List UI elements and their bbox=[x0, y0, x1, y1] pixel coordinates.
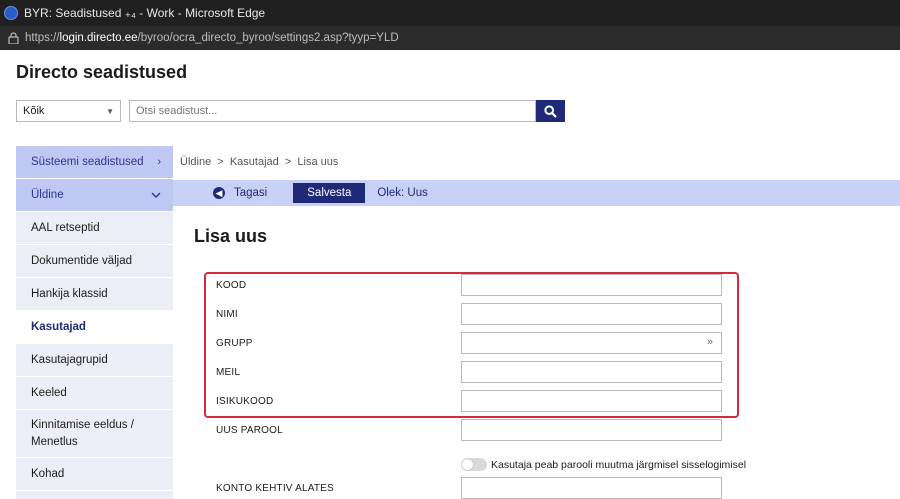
sidebar-item-label: Keeled bbox=[31, 387, 67, 399]
form-row-konto-kehtiv: KONTO KEHTIV ALATES bbox=[216, 477, 722, 499]
form-label: NIMI bbox=[216, 308, 238, 320]
form-row-kood: KOOD bbox=[216, 274, 722, 296]
status-label: Olek: Uus bbox=[377, 187, 428, 199]
sidebar-item-label: Hankija klassid bbox=[31, 288, 108, 300]
search-icon bbox=[544, 104, 557, 118]
search-row: Kõik ▼ bbox=[16, 100, 565, 122]
chevron-down-icon bbox=[151, 192, 161, 198]
action-toolbar: ◀ Tagasi Salvesta Olek: Uus bbox=[173, 180, 900, 206]
back-button[interactable]: ◀ Tagasi bbox=[213, 187, 267, 199]
form-label: KOOD bbox=[216, 279, 247, 291]
chevron-down-icon: ▼ bbox=[106, 106, 114, 116]
double-chevron-right-icon[interactable]: » bbox=[707, 336, 713, 348]
chevron-right-icon: › bbox=[157, 156, 161, 168]
sidebar-item-label: Kasutajagrupid bbox=[31, 354, 108, 366]
form-row-nimi: NIMI bbox=[216, 303, 722, 325]
form-label: KONTO KEHTIV ALATES bbox=[216, 482, 334, 494]
sidebar-item-kasutajagrupid[interactable]: Kasutajagrupid bbox=[16, 344, 173, 377]
toggle-knob bbox=[462, 459, 473, 470]
address-bar[interactable]: https://login.directo.ee/byroo/ocra_dire… bbox=[0, 26, 900, 50]
sidebar-item-label: Kinnitamise eeldus / Menetlus bbox=[31, 418, 134, 448]
sidebar-item-label: Kasutajad bbox=[31, 321, 86, 333]
sidebar-system-settings[interactable]: Süsteemi seadistused › bbox=[16, 146, 173, 179]
search-input[interactable] bbox=[129, 100, 536, 122]
app-title: Directo seadistused bbox=[16, 62, 188, 82]
sidebar-item-label: Kohad bbox=[31, 468, 65, 480]
scope-select-value: Kõik bbox=[23, 105, 45, 117]
sidebar-general-label: Üldine bbox=[31, 189, 64, 201]
sidebar-general[interactable]: Üldine bbox=[16, 179, 173, 212]
form-label: GRUPP bbox=[216, 337, 253, 349]
meil-input[interactable] bbox=[461, 361, 722, 383]
search-button[interactable] bbox=[536, 100, 565, 122]
scope-select[interactable]: Kõik ▼ bbox=[16, 100, 121, 122]
back-button-label: Tagasi bbox=[234, 187, 268, 199]
password-change-toggle-row: Kasutaja peab parooli muutma järgmisel s… bbox=[461, 458, 746, 471]
window-title: BYR: Seadistused ₊₄ - Work - Microsoft E… bbox=[24, 6, 266, 20]
url-prefix: https:// bbox=[25, 32, 60, 44]
breadcrumb: Üldine > Kasutajad > Lisa uus bbox=[180, 156, 339, 168]
form-row-meil: MEIL bbox=[216, 361, 722, 383]
url-host: login.directo.ee bbox=[59, 32, 138, 44]
isikukood-input[interactable] bbox=[461, 390, 722, 412]
app-icon bbox=[4, 6, 18, 20]
password-change-toggle-label: Kasutaja peab parooli muutma järgmisel s… bbox=[491, 458, 747, 471]
form-label: MEIL bbox=[216, 366, 241, 378]
sidebar-item-aal-retseptid[interactable]: AAL retseptid bbox=[16, 212, 173, 245]
page-heading: Lisa uus bbox=[194, 226, 268, 246]
lock-icon bbox=[8, 32, 19, 45]
sidebar-item-hankija-klassid[interactable]: Hankija klassid bbox=[16, 278, 173, 311]
password-change-toggle[interactable] bbox=[461, 458, 487, 471]
kood-input[interactable] bbox=[461, 274, 722, 296]
sidebar-item-keeled[interactable]: Keeled bbox=[16, 377, 173, 410]
sidebar-item-dokumentide-valjad[interactable]: Dokumentide väljad bbox=[16, 245, 173, 278]
form-row-uus-parool: UUS PAROOL bbox=[216, 419, 722, 441]
url-path: /byroo/ocra_directo_byroo/settings2.asp?… bbox=[137, 32, 399, 44]
save-button[interactable]: Salvesta bbox=[293, 183, 366, 203]
sidebar-item-label: AAL retseptid bbox=[31, 222, 100, 234]
form-row-grupp: GRUPP » bbox=[216, 332, 722, 354]
sidebar-item-kinnitamise-eeldus[interactable]: Kinnitamise eeldus / Menetlus bbox=[16, 410, 173, 458]
nimi-input[interactable] bbox=[461, 303, 722, 325]
uus-parool-input[interactable] bbox=[461, 419, 722, 441]
grupp-input[interactable]: » bbox=[461, 332, 722, 354]
sidebar-item-kasutajad[interactable]: Kasutajad bbox=[16, 311, 173, 344]
sidebar-item-kohad[interactable]: Kohad bbox=[16, 458, 173, 491]
window-title-bar: BYR: Seadistused ₊₄ - Work - Microsoft E… bbox=[0, 0, 900, 26]
sidebar: Süsteemi seadistused › Üldine AAL retsep… bbox=[16, 146, 173, 499]
sidebar-item-label: Dokumentide väljad bbox=[31, 255, 133, 267]
form-label: ISIKUKOOD bbox=[216, 395, 274, 407]
arrow-left-icon: ◀ bbox=[213, 187, 225, 199]
form-row-isikukood: ISIKUKOOD bbox=[216, 390, 722, 412]
konto-kehtiv-alates-input[interactable] bbox=[461, 477, 722, 499]
form-label: UUS PAROOL bbox=[216, 424, 283, 436]
sidebar-system-settings-label: Süsteemi seadistused bbox=[31, 156, 144, 168]
